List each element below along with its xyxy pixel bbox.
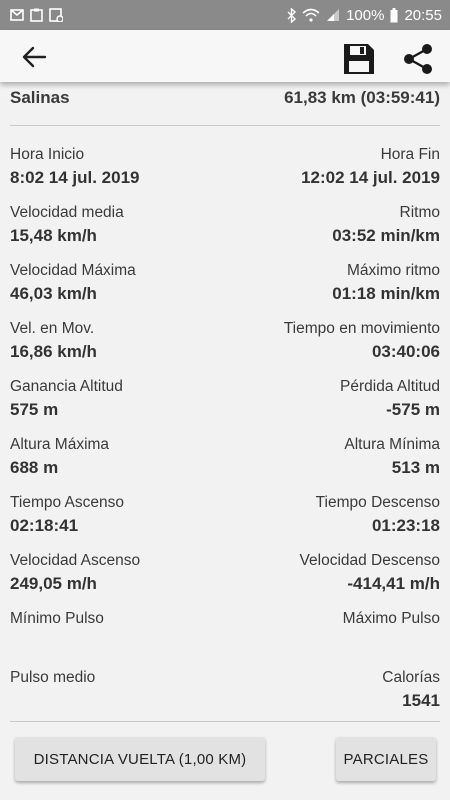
stat-label: Máximo Pulso	[342, 610, 440, 627]
stat-value: 513 m	[391, 458, 440, 477]
stat-label: Velocidad Descenso	[299, 552, 440, 569]
stat-label: Pérdida Altitud	[340, 378, 440, 395]
divider	[10, 125, 440, 126]
stat-row: Vel. en Mov. 16,86 km/h Tiempo en movimie…	[10, 319, 440, 371]
stat-label: Velocidad media	[10, 204, 124, 221]
image-icon	[49, 8, 63, 22]
stat-row: Velocidad Ascenso 249,05 m/h Velocidad De…	[10, 551, 440, 603]
back-button[interactable]	[20, 43, 50, 71]
stat-row: Velocidad media 15,48 km/h Ritmo 03:52 min…	[10, 203, 440, 255]
stat-row: Tiempo Ascenso 02:18:41 Tiempo Descenso 01…	[10, 493, 440, 545]
stat-label: Tiempo en movimiento	[283, 320, 440, 337]
stat-value: 575 m	[10, 400, 59, 419]
share-button[interactable]	[400, 43, 436, 75]
stat-value: -414,41 m/h	[347, 574, 440, 593]
stat-value: 02:18:41	[10, 516, 79, 535]
stat-value: 01:23:18	[371, 516, 440, 535]
route-distance-time: 61,83 km (03:59:41)	[284, 88, 440, 107]
stat-row: Mínimo Pulso Máximo Pulso	[10, 609, 440, 661]
stat-label: Tiempo Descenso	[315, 494, 440, 511]
stat-value: 03:52 min/km	[332, 226, 440, 245]
save-button[interactable]	[342, 42, 376, 76]
share-icon	[404, 44, 432, 74]
stat-label: Hora Inicio	[10, 146, 85, 163]
stat-row: Hora Inicio 8:02 14 jul. 2019 Hora Fin 12:…	[10, 145, 440, 197]
status-bar: 100% 20:55	[0, 0, 450, 30]
stat-value: 15,48 km/h	[10, 226, 97, 245]
stat-label: Ganancia Altitud	[10, 378, 123, 395]
stat-value: -575 m	[386, 400, 440, 419]
stat-label: Calorías	[382, 669, 440, 686]
stat-label: Pulso medio	[10, 669, 96, 686]
save-icon	[344, 44, 374, 74]
clipboard-icon	[30, 8, 43, 22]
battery-percent: 100%	[346, 6, 385, 24]
stat-row: Velocidad Máxima 46,03 km/h Máximo ritmo 0…	[10, 261, 440, 313]
stat-label: Hora Fin	[380, 146, 440, 163]
clock: 20:55	[404, 6, 442, 24]
stat-value: 8:02 14 jul. 2019	[10, 168, 140, 187]
stat-value: 249,05 m/h	[10, 574, 97, 593]
battery-icon	[390, 7, 398, 23]
stat-label: Velocidad Máxima	[10, 262, 136, 279]
stat-value: 01:18 min/km	[332, 284, 440, 303]
stat-label: Tiempo Ascenso	[10, 494, 125, 511]
stat-label: Vel. en Mov.	[10, 320, 95, 337]
stat-label: Velocidad Ascenso	[10, 552, 141, 569]
stat-value: 688 m	[10, 458, 59, 477]
mail-icon	[10, 9, 24, 21]
summary-header: Salinas 61,83 km (03:59:41)	[10, 88, 440, 108]
app-bar	[0, 30, 450, 82]
stat-value: 1541	[402, 691, 440, 710]
stat-label: Máximo ritmo	[346, 262, 440, 279]
lap-distance-button[interactable]: DISTANCIA VUELTA (1,00 KM)	[15, 737, 265, 781]
divider	[10, 721, 440, 722]
stat-label: Altura Máxima	[10, 436, 110, 453]
stat-value: 46,03 km/h	[10, 284, 97, 303]
stat-value: 16,86 km/h	[10, 342, 97, 361]
signal-icon	[326, 8, 340, 22]
stat-label: Altura Mínima	[344, 436, 440, 453]
stat-label: Mínimo Pulso	[10, 610, 104, 627]
stat-label: Ritmo	[399, 204, 440, 221]
wifi-icon	[302, 8, 320, 22]
bluetooth-icon	[287, 7, 297, 23]
route-name: Salinas	[10, 88, 70, 107]
stat-row: Pulso medio Calorías 1541	[10, 668, 440, 720]
stat-value: 03:40:06	[371, 342, 440, 361]
stat-row: Altura Máxima 688 m Altura Mínima 513 m	[10, 435, 440, 487]
stat-value: 12:02 14 jul. 2019	[301, 168, 440, 187]
splits-button[interactable]: PARCIALES	[336, 737, 436, 781]
back-arrow-icon	[22, 46, 47, 68]
stat-row: Ganancia Altitud 575 m Pérdida Altitud -57…	[10, 377, 440, 429]
